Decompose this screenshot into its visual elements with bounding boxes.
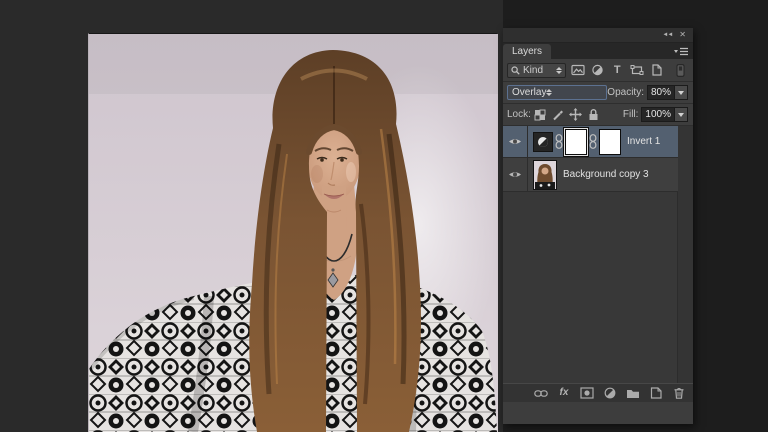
opacity-dropdown-icon[interactable] <box>675 85 688 100</box>
vector-mask-thumbnail[interactable] <box>599 129 621 155</box>
layers-list: Invert 1 <box>503 126 693 402</box>
fill-label: Fill: <box>623 109 639 120</box>
filter-shape-layers-icon[interactable] <box>629 63 646 78</box>
chevron-updown-icon <box>556 67 562 74</box>
new-adjustment-layer-icon[interactable] <box>603 387 617 400</box>
blend-mode-value: Overlay <box>512 87 546 98</box>
layer-name[interactable]: Invert 1 <box>627 136 660 147</box>
delete-layer-icon[interactable] <box>672 387 686 400</box>
layer-filter-row: Kind T <box>503 59 693 82</box>
panel-tab-bar: Layers <box>503 43 693 59</box>
scrollbar-track[interactable] <box>677 126 693 402</box>
lock-all-icon[interactable] <box>586 107 602 122</box>
panel-window-header: ◄◄ ✕ <box>503 28 693 43</box>
eye-icon <box>508 170 522 179</box>
blend-row: Overlay Opacity: 80% <box>503 82 693 104</box>
link-icon[interactable] <box>555 134 563 149</box>
blend-mode-select[interactable]: Overlay <box>507 85 607 100</box>
new-group-icon[interactable] <box>626 387 640 400</box>
add-layer-style-icon[interactable]: fx <box>557 387 571 400</box>
new-layer-icon[interactable] <box>649 387 663 400</box>
layers-panel: ◄◄ ✕ Layers Kind <box>503 28 693 424</box>
fill-dropdown-icon[interactable] <box>675 107 688 122</box>
opacity-label: Opacity: <box>607 87 644 98</box>
link-icon[interactable] <box>589 134 597 149</box>
photoshop-window: ◄◄ ✕ Layers Kind <box>0 0 768 432</box>
filter-type-layers-icon[interactable]: T <box>609 63 626 78</box>
visibility-toggle[interactable] <box>503 126 528 157</box>
lock-position-icon[interactable] <box>568 107 584 122</box>
search-icon <box>511 66 520 75</box>
filter-adjustment-layers-icon[interactable] <box>589 63 606 78</box>
lock-row: Lock: <box>503 104 693 126</box>
lock-label: Lock: <box>507 109 531 120</box>
eye-icon <box>508 137 522 146</box>
lock-transparent-pixels-icon[interactable] <box>532 107 548 122</box>
layer-thumbnail[interactable] <box>533 160 557 190</box>
panel-menu-icon[interactable] <box>674 47 688 56</box>
link-layers-icon[interactable] <box>534 387 548 400</box>
layer-name[interactable]: Background copy 3 <box>563 169 649 180</box>
invert-adjustment-thumbnail[interactable] <box>533 132 553 152</box>
filter-kind-select[interactable]: Kind <box>507 63 566 78</box>
add-layer-mask-icon[interactable] <box>580 387 594 400</box>
filter-smart-objects-icon[interactable] <box>648 63 665 78</box>
lock-image-pixels-icon[interactable] <box>550 107 566 122</box>
filter-kind-label: Kind <box>523 65 553 76</box>
collapse-to-icons-icon[interactable]: ◄◄ <box>662 32 672 38</box>
layer-row-background-copy-3[interactable]: Background copy 3 <box>503 158 678 192</box>
visibility-toggle[interactable] <box>503 158 528 191</box>
layer-mask-thumbnail[interactable] <box>565 129 587 155</box>
close-panel-icon[interactable]: ✕ <box>679 31 686 39</box>
chevron-updown-icon <box>546 89 552 96</box>
portrait-photo <box>89 34 498 432</box>
filtering-toggle-icon[interactable] <box>672 63 689 78</box>
fill-value[interactable]: 100% <box>641 107 675 122</box>
layers-panel-toolbar: fx <box>503 383 693 402</box>
layer-row-invert-1[interactable]: Invert 1 <box>503 126 678 158</box>
document-canvas[interactable] <box>88 33 497 432</box>
filter-pixel-layers-icon[interactable] <box>569 63 586 78</box>
opacity-value[interactable]: 80% <box>647 85 675 100</box>
tab-layers[interactable]: Layers <box>503 44 551 59</box>
